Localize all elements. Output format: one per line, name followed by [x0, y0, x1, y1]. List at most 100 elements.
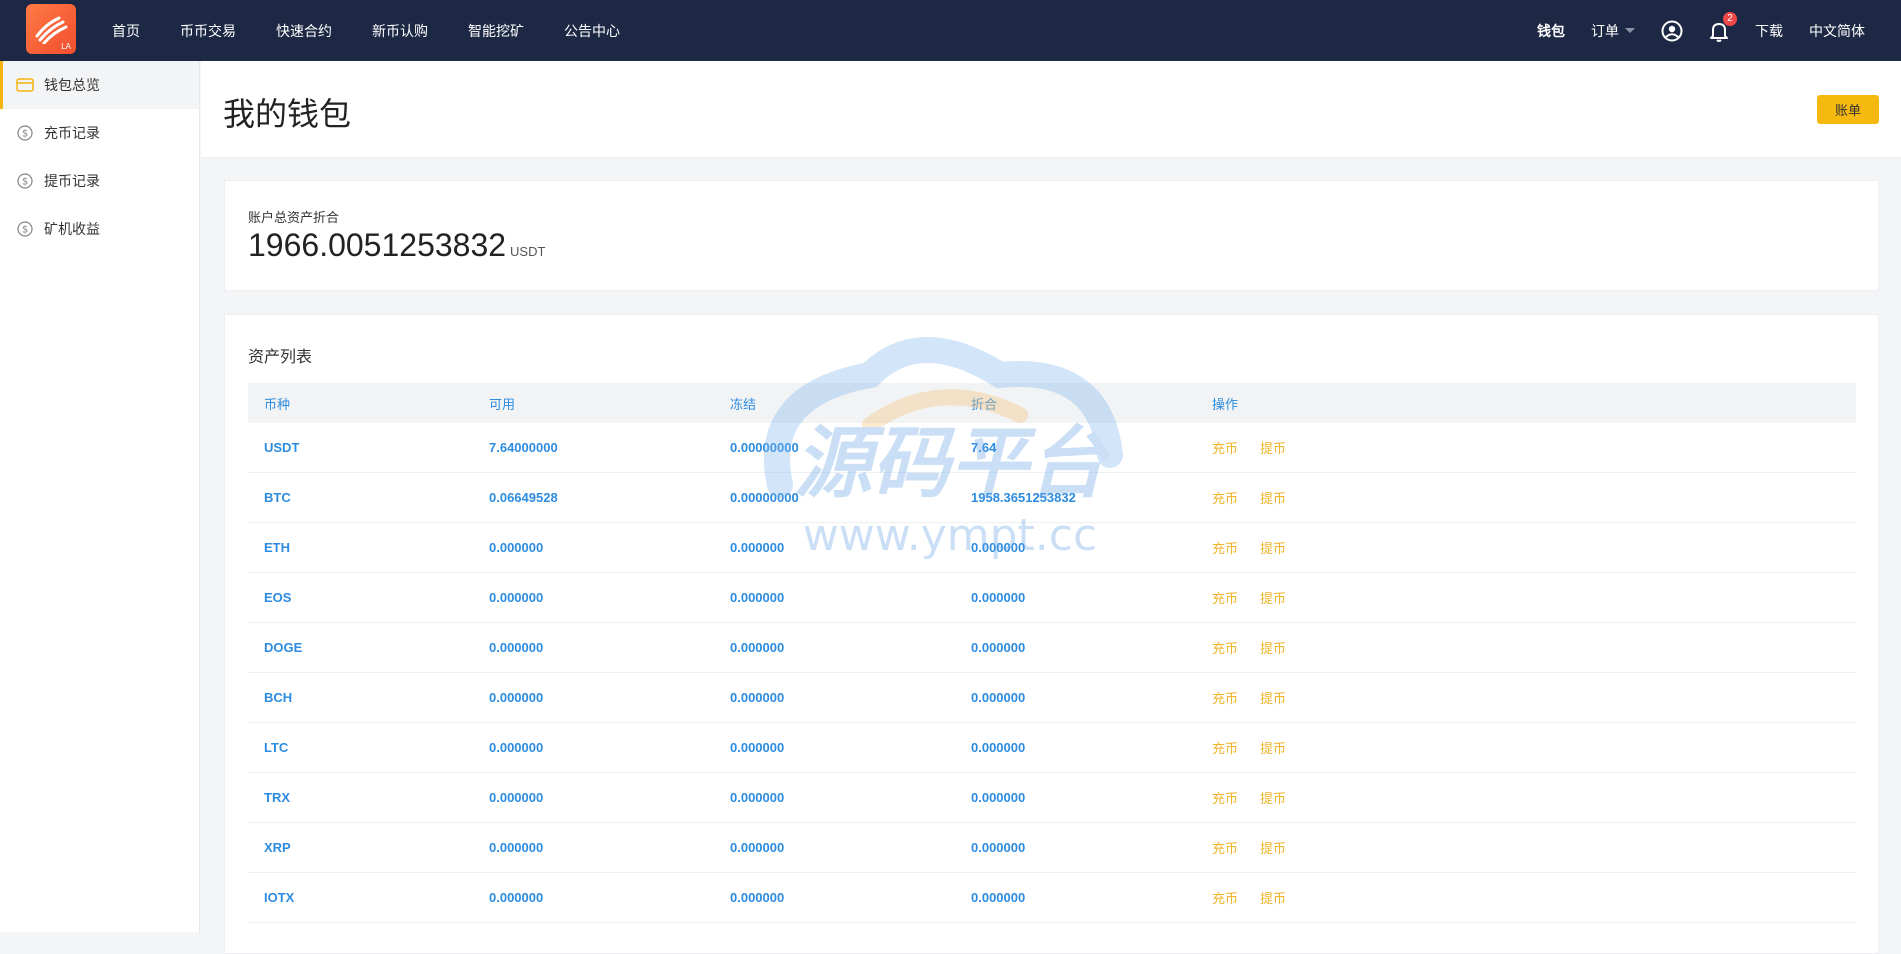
table-row: LTC 0.000000 0.000000 0.000000 充币 提币: [248, 723, 1856, 773]
cell-available: 0.000000: [489, 890, 544, 905]
sidebar-item-withdraw-records[interactable]: $ 提币记录: [0, 157, 199, 205]
cell-frozen: 0.000000: [730, 640, 785, 655]
top-navbar: LA 首页 币币交易 快速合约 新币认购 智能挖矿 公告中心 钱包 订单 2 下…: [0, 0, 1901, 61]
nav-announcements[interactable]: 公告中心: [544, 21, 640, 41]
user-icon: [1661, 20, 1683, 41]
nav-new-coin-subscription[interactable]: 新币认购: [352, 21, 448, 41]
withdraw-link[interactable]: 提币: [1260, 438, 1286, 457]
user-account-button[interactable]: [1661, 20, 1683, 42]
sidebar-item-label: 提币记录: [44, 173, 100, 189]
cell-available: 0.000000: [489, 840, 544, 855]
asset-list-card: 资产列表 币种 可用 冻结 折合 操作 USDT 7.64000000 0.0000…: [224, 314, 1879, 954]
cell-value: 0.000000: [971, 540, 1026, 555]
deposit-link[interactable]: 充币: [1212, 738, 1238, 757]
total-assets-value: 1966.0051253832 USDT: [248, 227, 545, 264]
cell-value: 0.000000: [971, 840, 1026, 855]
nav-orders-label: 订单: [1591, 22, 1619, 39]
cell-frozen: 0.00000000: [730, 440, 799, 455]
nav-quick-contract[interactable]: 快速合约: [256, 21, 352, 41]
withdraw-link[interactable]: 提币: [1260, 688, 1286, 707]
cell-frozen: 0.000000: [730, 740, 785, 755]
logo[interactable]: LA: [26, 4, 76, 54]
deposit-link[interactable]: 充币: [1212, 888, 1238, 907]
cell-available: 0.06649528: [489, 490, 558, 505]
table-row: DOGE 0.000000 0.000000 0.000000 充币 提币: [248, 623, 1856, 673]
column-header-frozen: 冻结: [730, 396, 757, 412]
column-header-coin: 币种: [264, 396, 291, 412]
cell-frozen: 0.000000: [730, 890, 785, 905]
table-body: USDT 7.64000000 0.00000000 7.64 充币 提币 BTC 0.066…: [248, 423, 1856, 923]
wallet-icon: [16, 76, 34, 94]
deposit-link[interactable]: 充币: [1212, 688, 1238, 707]
svg-text:$: $: [22, 225, 28, 236]
cell-actions: 充币 提币: [1212, 588, 1856, 607]
sidebar-item-wallet-overview[interactable]: 钱包总览: [0, 61, 199, 109]
caret-down-icon: [1625, 28, 1635, 33]
cell-actions: 充币 提币: [1212, 838, 1856, 857]
cell-value: 7.64: [971, 440, 997, 455]
deposit-link[interactable]: 充币: [1212, 538, 1238, 557]
cell-coin: ETH: [264, 540, 290, 555]
sidebar-item-label: 钱包总览: [44, 77, 100, 93]
deposit-link[interactable]: 充币: [1212, 638, 1238, 657]
nav-download[interactable]: 下载: [1755, 21, 1783, 41]
nav-wallet[interactable]: 钱包: [1537, 21, 1565, 41]
deposit-link[interactable]: 充币: [1212, 588, 1238, 607]
cell-frozen: 0.00000000: [730, 490, 799, 505]
deposit-link[interactable]: 充币: [1212, 788, 1238, 807]
cell-value: 0.000000: [971, 890, 1026, 905]
cell-coin: LTC: [264, 740, 289, 755]
deposit-link[interactable]: 充币: [1212, 488, 1238, 507]
bill-button[interactable]: 账单: [1817, 95, 1879, 124]
cell-frozen: 0.000000: [730, 840, 785, 855]
withdraw-link[interactable]: 提币: [1260, 738, 1286, 757]
table-header: 币种 可用 冻结 折合 操作: [248, 383, 1856, 423]
nav-orders-dropdown[interactable]: 订单: [1591, 21, 1635, 41]
withdraw-link[interactable]: 提币: [1260, 588, 1286, 607]
cell-frozen: 0.000000: [730, 540, 785, 555]
table-row: USDT 7.64000000 0.00000000 7.64 充币 提币: [248, 423, 1856, 473]
cell-coin: USDT: [264, 440, 300, 455]
cell-coin: DOGE: [264, 640, 303, 655]
svg-text:$: $: [22, 177, 28, 188]
cell-available: 0.000000: [489, 740, 544, 755]
svg-text:$: $: [22, 129, 28, 140]
sidebar: 钱包总览 $ 充币记录 $ 提币记录 $ 矿机收益: [0, 61, 200, 932]
column-header-available: 可用: [489, 396, 516, 412]
cell-actions: 充币 提币: [1212, 438, 1856, 457]
sidebar-item-label: 充币记录: [44, 125, 100, 141]
cell-frozen: 0.000000: [730, 690, 785, 705]
sidebar-item-mining-income[interactable]: $ 矿机收益: [0, 205, 199, 253]
cell-available: 0.000000: [489, 690, 544, 705]
cell-available: 7.64000000: [489, 440, 558, 455]
nav-home[interactable]: 首页: [92, 21, 160, 41]
language-selector[interactable]: 中文简体: [1809, 21, 1865, 41]
cell-value: 1958.3651253832: [971, 490, 1076, 505]
nav-smart-mining[interactable]: 智能挖矿: [448, 21, 544, 41]
table-row: IOTX 0.000000 0.000000 0.000000 充币 提币: [248, 873, 1856, 923]
withdraw-link[interactable]: 提币: [1260, 638, 1286, 657]
cell-value: 0.000000: [971, 690, 1026, 705]
deposit-link[interactable]: 充币: [1212, 438, 1238, 457]
nav-spot-trading[interactable]: 币币交易: [160, 21, 256, 41]
withdraw-link[interactable]: 提币: [1260, 488, 1286, 507]
withdraw-link[interactable]: 提币: [1260, 888, 1286, 907]
withdraw-link[interactable]: 提币: [1260, 838, 1286, 857]
withdraw-link[interactable]: 提币: [1260, 538, 1286, 557]
deposit-link[interactable]: 充币: [1212, 838, 1238, 857]
cell-coin: BCH: [264, 690, 293, 705]
sidebar-item-deposit-records[interactable]: $ 充币记录: [0, 109, 199, 157]
notification-button[interactable]: 2: [1709, 11, 1737, 42]
total-assets-card: 账户总资产折合 1966.0051253832 USDT: [224, 180, 1879, 291]
column-header-actions: 操作: [1212, 396, 1239, 412]
cell-actions: 充币 提币: [1212, 788, 1856, 807]
withdraw-link[interactable]: 提币: [1260, 788, 1286, 807]
table-row: EOS 0.000000 0.000000 0.000000 充币 提币: [248, 573, 1856, 623]
cell-actions: 充币 提币: [1212, 638, 1856, 657]
cell-available: 0.000000: [489, 540, 544, 555]
table-row: TRX 0.000000 0.000000 0.000000 充币 提币: [248, 773, 1856, 823]
table-row: XRP 0.000000 0.000000 0.000000 充币 提币: [248, 823, 1856, 873]
cell-value: 0.000000: [971, 640, 1026, 655]
total-assets-label: 账户总资产折合: [248, 210, 340, 225]
cell-value: 0.000000: [971, 590, 1026, 605]
